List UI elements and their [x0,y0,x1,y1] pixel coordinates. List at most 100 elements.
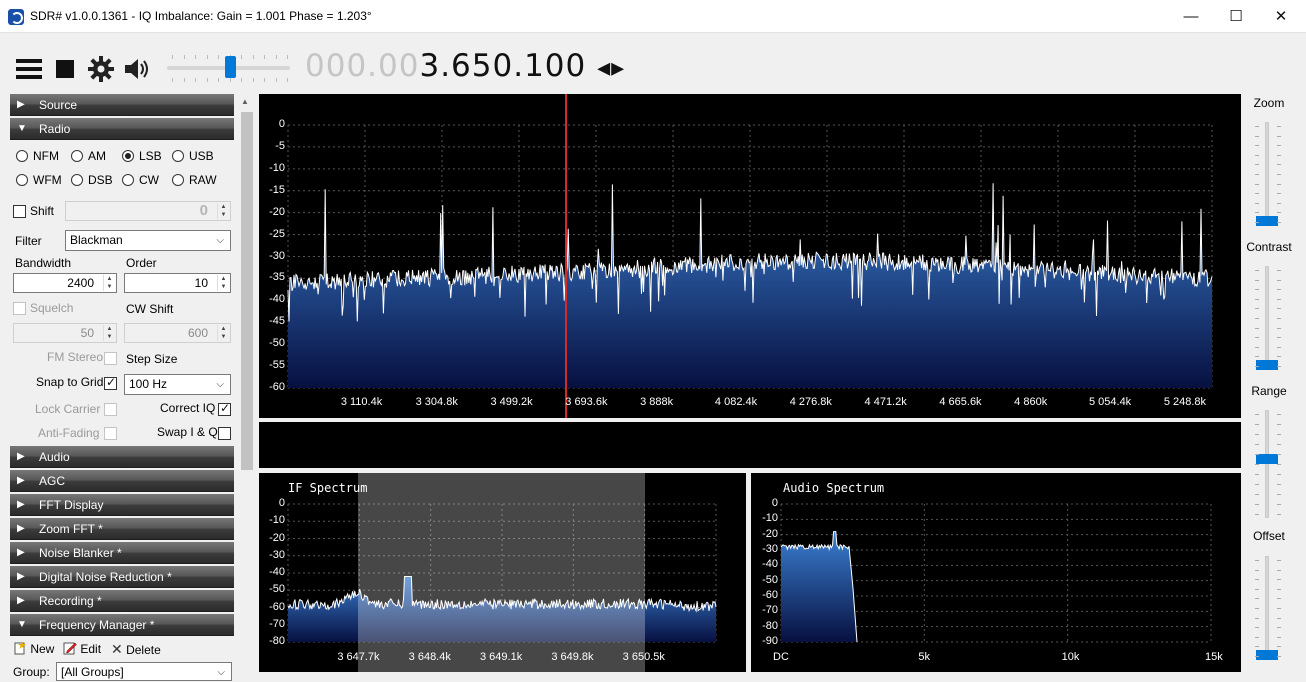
slider-tick [1255,222,1259,223]
zoom-label: Zoom [1253,96,1285,110]
speaker-icon[interactable] [123,55,151,83]
slider-tick [1255,298,1259,300]
slider-tick [1277,484,1281,485]
frequency-leading-digits[interactable]: 000.00 [305,48,419,84]
bandwidth-input[interactable]: 2400 ▲ ▼ [13,273,117,293]
slider-tick [1277,560,1281,561]
order-input[interactable]: 10 ▲ ▼ [124,273,231,293]
stop-icon[interactable] [51,55,79,83]
squelch-input: 50 ▲ ▼ [13,323,117,343]
range-slider-thumb[interactable] [1256,454,1278,465]
slider-tick [1277,474,1281,475]
if-spectrum-plot[interactable] [259,473,746,672]
audio-spectrum-plot[interactable] [751,473,1241,672]
slider-tick [1277,135,1281,137]
slider-tick [1255,560,1259,561]
group-select[interactable]: [All Groups] ⌵ [56,662,232,681]
fm-new-button[interactable]: New [13,641,54,656]
section-radio[interactable]: ▼ Radio [10,118,234,140]
radio-lsb[interactable] [122,150,134,162]
squelch-value: 50 [80,326,94,340]
tune-arrows-icon[interactable]: ◂▸ [597,53,625,83]
menu-icon[interactable] [15,55,43,83]
section-noise-blanker[interactable]: ▶ Noise Blanker * [10,542,234,564]
waterfall-pane[interactable] [259,422,1241,468]
scroll-up-arrow-icon[interactable]: ▲ [241,97,249,106]
section-label: Frequency Manager * [39,618,155,632]
slider-tick [1255,337,1259,339]
offset-slider-thumb[interactable] [1256,650,1278,660]
radio-label-wfm: WFM [33,173,62,187]
x-tick-label: 10k [1061,651,1080,663]
volume-tick [287,78,288,82]
radio-wfm[interactable] [16,174,28,186]
volume-tick [218,78,219,82]
radio-raw[interactable] [172,174,184,186]
x-tick-label: 3 499.2k [490,396,533,408]
section-frequency-manager[interactable]: ▼ Frequency Manager * [10,614,234,636]
fm-edit-button[interactable]: Edit [63,641,101,656]
section-label: Zoom FFT * [39,522,103,536]
y-tick-label: -40 [762,558,778,571]
zoom-slider-track[interactable] [1265,122,1269,226]
section-recording[interactable]: ▶ Recording * [10,590,234,612]
correct-iq-checkbox[interactable] [218,401,231,416]
section-label: Audio [39,450,70,464]
audio-spectrum-pane[interactable]: Audio Spectrum 0 -10 -20 -30 -40 -50 -60 -70 -80… [751,473,1241,672]
radio-am[interactable] [71,150,83,162]
bandwidth-value: 2400 [67,276,94,290]
spin-arrows-icon[interactable]: ▲ ▼ [217,275,229,291]
squelch-label: Squelch [30,301,74,315]
radio-usb[interactable] [172,150,184,162]
section-zoom-fft[interactable]: ▶ Zoom FFT * [10,518,234,540]
y-tick-label: 0 [278,497,285,509]
zoom-slider-thumb[interactable] [1256,216,1278,226]
slider-tick [1277,636,1281,638]
x-tick-label: 3 648.4k [408,651,451,663]
fm-delete-button[interactable]: ✕ Delete [111,641,161,658]
section-fft-display[interactable]: ▶ FFT Display [10,494,234,516]
radio-nfm[interactable] [16,150,28,162]
contrast-slider-track[interactable] [1265,266,1269,370]
scrollbar-thumb[interactable] [241,112,253,470]
if-spectrum-pane[interactable]: IF Spectrum 0 -10 -20 -30 -40 -50 -60 -70 -80 3 6… [259,473,746,672]
minimize-button[interactable]: — [1168,0,1214,33]
y-tick-label: -50 [269,337,285,350]
collapse-arrow-icon: ▼ [17,123,27,134]
expand-arrow-icon: ▶ [17,523,25,534]
radio-label-usb: USB [189,149,214,163]
shift-checkbox[interactable] [13,205,26,218]
radio-dsb[interactable] [71,174,83,186]
section-agc[interactable]: ▶ AGC [10,470,234,492]
maximize-button[interactable]: ☐ [1213,0,1259,33]
filter-passband-overlay[interactable] [358,473,645,672]
volume-tick [206,78,208,82]
gear-icon[interactable] [87,55,115,83]
frequency-display[interactable]: 000.003.650.100 ◂▸ [305,48,625,84]
filter-select[interactable]: Blackman ⌵ [65,230,231,251]
frequency-digits[interactable]: 3.650.100 [419,48,586,84]
slider-tick [1255,598,1259,600]
swap-iq-checkbox[interactable] [218,427,231,440]
close-button[interactable]: ✕ [1258,0,1304,33]
volume-tick [172,55,173,59]
main-spectrum-pane[interactable]: 0 -5 -10 -15 -20 -25 -30 -35 -40 -45 -50 -55 -60 3 11… [259,94,1241,418]
slider-tick [1277,174,1281,175]
step-size-select[interactable]: 100 Hz ⌵ [124,374,231,395]
volume-tick [287,55,288,59]
spin-arrows-icon[interactable]: ▲ ▼ [103,275,115,291]
slider-tick [1255,484,1259,485]
slider-tick [1255,646,1259,648]
sdr-app-icon [8,9,24,25]
section-digital-noise-reduction[interactable]: ▶ Digital Noise Reduction * [10,566,234,588]
radio-label-lsb: LSB [139,149,162,163]
y-tick-label: -45 [269,315,285,328]
snap-to-grid-checkbox[interactable] [104,375,117,390]
section-audio[interactable]: ▶ Audio [10,446,234,468]
main-spectrum-plot[interactable] [259,94,1241,418]
radio-cw[interactable] [122,174,134,186]
section-source[interactable]: ▶ Source [10,94,234,116]
volume-slider-thumb[interactable] [225,56,237,78]
offset-slider-track[interactable] [1265,556,1269,660]
contrast-slider-thumb[interactable] [1256,360,1278,370]
